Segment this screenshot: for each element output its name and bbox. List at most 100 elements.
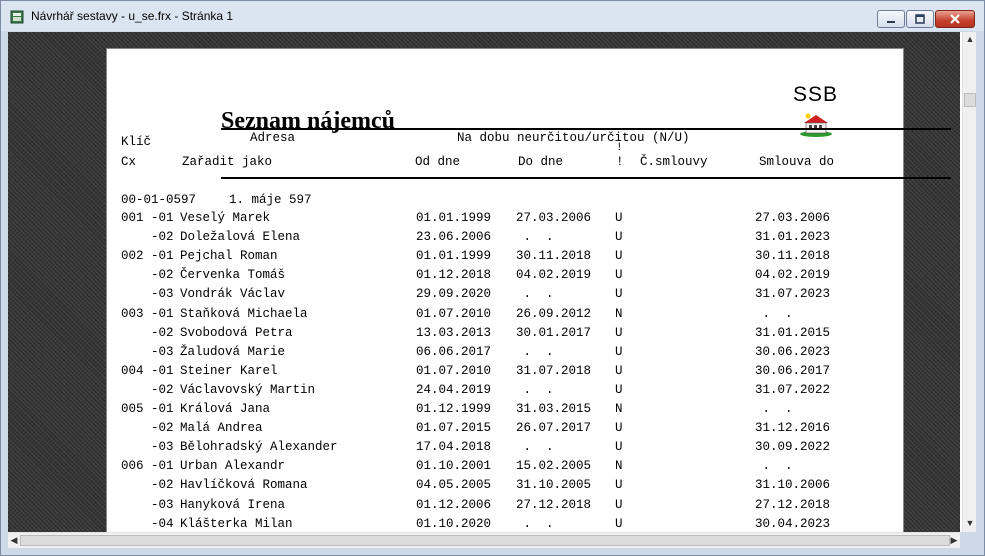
- vertical-scroll-thumb[interactable]: [964, 93, 976, 107]
- row-code: -03: [121, 344, 174, 359]
- row-smlouva-do: . .: [755, 306, 793, 321]
- table-row: 003 -01 Staňková Michaela 01.07.2010 26.09.…: [107, 307, 903, 326]
- row-do-dne: 27.03.2006: [516, 211, 592, 225]
- row-code: 005 -01: [121, 402, 174, 416]
- header-zaradit: Zařadit jako: [182, 155, 273, 169]
- scroll-right-icon[interactable]: ▶: [949, 535, 959, 545]
- row-code: -02: [121, 325, 174, 340]
- table-row: 001 -01 Veselý Marek 01.01.1999 27.03.2006 U…: [107, 211, 903, 230]
- row-nu: U: [615, 344, 623, 359]
- row-nu: U: [615, 516, 623, 531]
- table-row: 002 -01 Pejchal Roman 01.01.1999 30.11.2018…: [107, 249, 903, 268]
- row-nu: U: [615, 421, 623, 436]
- row-nu: U: [615, 230, 623, 245]
- row-smlouva-do: 30.11.2018: [755, 249, 831, 264]
- table-row: 004 -01 Steiner Karel 01.07.2010 31.07.2018…: [107, 364, 903, 383]
- table-row: 005 -01 Králová Jana 01.12.1999 31.03.2015 N…: [107, 402, 903, 421]
- row-nu: U: [615, 363, 623, 378]
- row-name: Červenka Tomáš: [180, 268, 286, 283]
- row-code: 003 -01: [121, 306, 174, 321]
- row-smlouva-do: 27.12.2018: [755, 497, 831, 512]
- vertical-scrollbar[interactable]: ▲ ▼: [962, 32, 976, 532]
- row-code: 004 -01: [121, 363, 174, 378]
- logo-text: SSB: [793, 83, 839, 106]
- row-do-dne: . .: [516, 230, 554, 245]
- row-code: -02: [121, 478, 174, 493]
- horizontal-scrollbar[interactable]: ◀ ▶: [8, 532, 960, 548]
- row-smlouva-do: 30.04.2023: [755, 516, 831, 531]
- row-od-dne: 01.10.2001: [416, 459, 492, 474]
- minimize-button[interactable]: [877, 10, 905, 28]
- table-row: -02 Svobodová Petra 13.03.2013 30.01.2017 U 3…: [107, 326, 903, 345]
- row-smlouva-do: 31.10.2006: [755, 478, 831, 493]
- row-od-dne: 06.06.2017: [416, 344, 492, 359]
- report-designer-window: Návrhář sestavy - u_se.frx - Stránka 1 S…: [0, 0, 985, 556]
- row-smlouva-do: 30.06.2017: [755, 363, 831, 378]
- row-do-dne: . .: [516, 440, 554, 455]
- row-name: Doležalová Elena: [180, 230, 301, 245]
- row-smlouva-do: 30.06.2023: [755, 344, 831, 359]
- row-code: -03: [121, 440, 174, 455]
- row-od-dne: 01.10.2020: [416, 516, 492, 531]
- header-smlouva-do: Smlouva do: [759, 155, 835, 169]
- row-od-dne: 01.07.2010: [416, 363, 492, 378]
- table-row: -04 Klášterka Milan 01.10.2020 . . U 30.04.2…: [107, 517, 903, 532]
- row-od-dne: 01.12.2006: [416, 497, 492, 512]
- window-title: Návrhář sestavy - u_se.frx - Stránka 1: [31, 9, 234, 23]
- header-cx: Cx: [121, 155, 137, 169]
- row-code: 006 -01: [121, 459, 174, 474]
- row-smlouva-do: 31.12.2016: [755, 421, 831, 436]
- row-code: -04: [121, 516, 174, 531]
- row-name: Veselý Marek: [180, 211, 271, 225]
- row-name: Žaludová Marie: [180, 344, 286, 359]
- scroll-left-icon[interactable]: ◀: [9, 535, 19, 545]
- header-od-dne: Od dne: [415, 155, 461, 169]
- row-name: Malá Andrea: [180, 421, 263, 436]
- table-row: -02 Malá Andrea 01.07.2015 26.07.2017 U 31.12…: [107, 421, 903, 440]
- row-code: -03: [121, 497, 174, 512]
- row-smlouva-do: . .: [755, 459, 793, 474]
- row-name: Bělohradský Alexander: [180, 440, 338, 455]
- row-do-dne: . .: [516, 287, 554, 302]
- row-nu: U: [615, 287, 623, 302]
- row-nu: U: [615, 268, 623, 283]
- row-name: Steiner Karel: [180, 363, 278, 378]
- close-icon: [950, 14, 960, 24]
- row-code: -02: [121, 230, 174, 245]
- row-do-dne: 26.07.2017: [516, 421, 592, 436]
- row-name: Pejchal Roman: [180, 249, 278, 264]
- row-name: Staňková Michaela: [180, 306, 308, 321]
- horizontal-scroll-thumb[interactable]: [20, 535, 950, 546]
- header-na-dobu: Na dobu neurčitou/určitou (N/U): [457, 131, 690, 145]
- row-code: -02: [121, 268, 174, 283]
- row-smlouva-do: 04.02.2019: [755, 268, 831, 283]
- row-smlouva-do: . .: [755, 402, 793, 416]
- row-od-dne: 23.06.2006: [416, 230, 492, 245]
- row-code: -02: [121, 421, 174, 436]
- row-name: Havlíčková Romana: [180, 478, 308, 493]
- header-adresa: Adresa: [250, 131, 296, 145]
- row-nu: N: [615, 402, 623, 416]
- row-do-dne: 27.12.2018: [516, 497, 592, 512]
- row-od-dne: 04.05.2005: [416, 478, 492, 493]
- header-c-smlouvy: Č.smlouvy: [640, 155, 708, 169]
- row-name: Svobodová Petra: [180, 325, 293, 340]
- close-button[interactable]: [935, 10, 975, 28]
- row-do-dne: 30.11.2018: [516, 249, 592, 264]
- table-row: -02 Havlíčková Romana 04.05.2005 31.10.2005…: [107, 478, 903, 497]
- header-do-dne: Do dne: [518, 155, 564, 169]
- scroll-up-icon[interactable]: ▲: [965, 34, 975, 44]
- row-do-dne: 31.10.2005: [516, 478, 592, 493]
- row-od-dne: 01.12.1999: [416, 402, 492, 416]
- maximize-button[interactable]: [906, 10, 934, 28]
- header-klic: Klíč: [121, 135, 152, 149]
- header-excl-top: !: [616, 142, 623, 154]
- header-excl: !: [616, 155, 624, 169]
- scroll-down-icon[interactable]: ▼: [965, 518, 975, 528]
- row-smlouva-do: 27.03.2006: [755, 211, 831, 225]
- row-nu: U: [615, 249, 623, 264]
- row-nu: N: [615, 306, 623, 321]
- row-do-dne: . .: [516, 382, 554, 397]
- row-code: 001 -01: [121, 211, 174, 225]
- title-bar[interactable]: Návrhář sestavy - u_se.frx - Stránka 1: [1, 1, 984, 31]
